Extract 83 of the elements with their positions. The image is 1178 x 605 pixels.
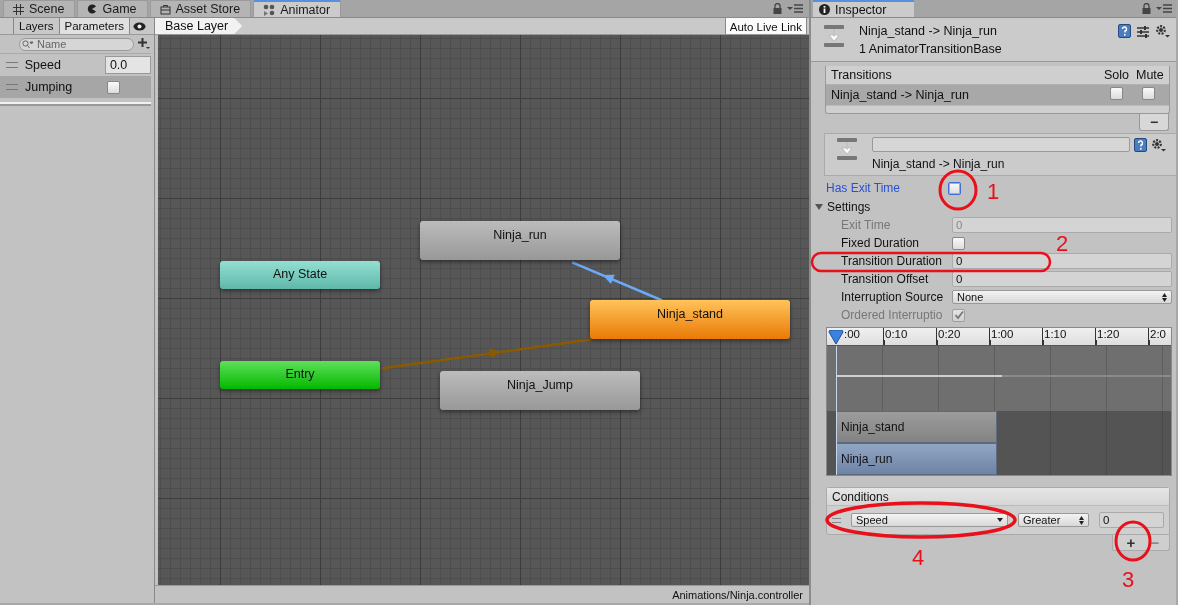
transition-icon bbox=[823, 24, 845, 48]
menu-icon[interactable] bbox=[1156, 4, 1172, 13]
caret-icon bbox=[997, 518, 1003, 522]
value-field[interactable]: 0.0 bbox=[104, 56, 151, 74]
drag-handle-icon[interactable] bbox=[6, 62, 18, 68]
add-button[interactable]: + bbox=[1121, 535, 1141, 550]
parameter-name: Speed bbox=[24, 58, 62, 72]
field-label: Fixed Duration bbox=[841, 236, 921, 250]
info-icon bbox=[819, 4, 830, 15]
name-field[interactable] bbox=[872, 137, 1130, 152]
menu-icon[interactable] bbox=[787, 4, 803, 13]
column-header: Mute bbox=[1136, 68, 1164, 82]
lock-icon[interactable] bbox=[773, 3, 782, 14]
field-label: Has Exit Time bbox=[826, 181, 901, 195]
drag-handle-icon[interactable] bbox=[6, 84, 18, 90]
parameter-row[interactable]: Speed 0.0 bbox=[0, 54, 151, 76]
field-label: Transition Offset bbox=[841, 272, 930, 286]
mode-dropdown[interactable]: Greater bbox=[1018, 513, 1089, 527]
state-node[interactable]: Ninja_Jump bbox=[440, 371, 640, 410]
checkbox[interactable] bbox=[1110, 87, 1123, 100]
playhead-marker-icon[interactable] bbox=[828, 330, 844, 344]
state-node[interactable]: Ninja_run bbox=[420, 221, 620, 260]
help-icon[interactable] bbox=[1118, 24, 1131, 38]
panel-tab[interactable]: Parameters bbox=[58, 18, 130, 34]
annotation-number: 3 bbox=[1122, 567, 1135, 592]
drag-handle-icon[interactable] bbox=[832, 517, 841, 523]
dropdown[interactable]: None bbox=[952, 290, 1172, 304]
search-field[interactable]: Name bbox=[19, 37, 134, 51]
editor-tab[interactable]: Scene bbox=[3, 0, 76, 17]
inspector-title: Ninja_stand -> Ninja_run bbox=[859, 24, 998, 38]
pacman-icon bbox=[87, 4, 98, 14]
nodes-icon bbox=[263, 3, 276, 16]
state-node[interactable]: Any State bbox=[220, 261, 380, 289]
transition-row[interactable]: Ninja_stand -> Ninja_run bbox=[826, 85, 1169, 105]
triangle-icon bbox=[815, 203, 823, 211]
editor-tab[interactable]: Game bbox=[77, 0, 148, 17]
number-field[interactable]: 0 bbox=[952, 271, 1172, 287]
sliders-icon[interactable] bbox=[1137, 24, 1149, 38]
field-label: Exit Time bbox=[841, 218, 892, 232]
parameter-row[interactable]: Jumping bbox=[0, 76, 151, 98]
help-icon[interactable] bbox=[1134, 137, 1147, 152]
state-node[interactable]: Entry bbox=[220, 361, 380, 389]
time-label: :00 bbox=[843, 328, 861, 342]
remove-button[interactable]: − bbox=[1139, 114, 1169, 131]
updown-icon bbox=[1162, 292, 1167, 302]
clip-bar[interactable]: Ninja_run bbox=[836, 443, 997, 475]
grid-icon bbox=[13, 3, 24, 15]
column-header: Transitions bbox=[831, 68, 893, 82]
checkbox[interactable] bbox=[948, 181, 961, 195]
checkbox[interactable] bbox=[952, 236, 965, 250]
transition-name: Ninja_stand -> Ninja_run bbox=[831, 88, 970, 102]
status-bar: Animations/Ninja.controller bbox=[155, 585, 809, 603]
number-field[interactable]: 0 bbox=[952, 253, 1172, 269]
gear-icon[interactable] bbox=[1155, 24, 1170, 38]
editor-tab[interactable]: Asset Store bbox=[149, 0, 252, 17]
eye-icon[interactable] bbox=[132, 21, 146, 31]
inspector-subtitle: 1 AnimatorTransitionBase bbox=[859, 42, 1003, 56]
section-header: Conditions bbox=[827, 488, 1169, 506]
checkbox[interactable] bbox=[107, 80, 120, 94]
transition-icon bbox=[836, 137, 858, 161]
transition-arrow[interactable] bbox=[571, 261, 663, 302]
bag-icon bbox=[159, 3, 171, 15]
live-link-button[interactable]: Auto Live Link bbox=[724, 18, 807, 34]
field-label: Interruption Source bbox=[841, 290, 945, 304]
gear-icon[interactable] bbox=[1151, 137, 1166, 152]
add-icon[interactable] bbox=[138, 38, 150, 50]
checkbox[interactable] bbox=[1142, 87, 1155, 100]
annotation-number: 4 bbox=[912, 545, 925, 570]
field-label: Ordered Interruptio bbox=[841, 308, 944, 322]
parameter-name: Jumping bbox=[25, 80, 74, 94]
column-header: Solo bbox=[1104, 68, 1131, 82]
value-field[interactable]: 0 bbox=[1099, 512, 1164, 528]
editor-tab[interactable]: Animator bbox=[253, 0, 342, 17]
lock-icon[interactable] bbox=[1142, 3, 1151, 14]
field-label: Transition Duration bbox=[841, 254, 943, 268]
state-node[interactable]: Ninja_stand bbox=[590, 300, 790, 339]
breadcrumb[interactable]: Base Layer bbox=[155, 18, 243, 34]
transition-name: Ninja_stand -> Ninja_run bbox=[872, 157, 1006, 171]
inspector-tab[interactable]: Inspector bbox=[813, 0, 915, 17]
parameter-dropdown[interactable]: Speed bbox=[851, 513, 1008, 527]
updown-icon bbox=[1079, 515, 1084, 525]
annotation-number: 2 bbox=[1056, 231, 1069, 256]
clip-bar[interactable]: Ninja_stand bbox=[836, 411, 997, 443]
